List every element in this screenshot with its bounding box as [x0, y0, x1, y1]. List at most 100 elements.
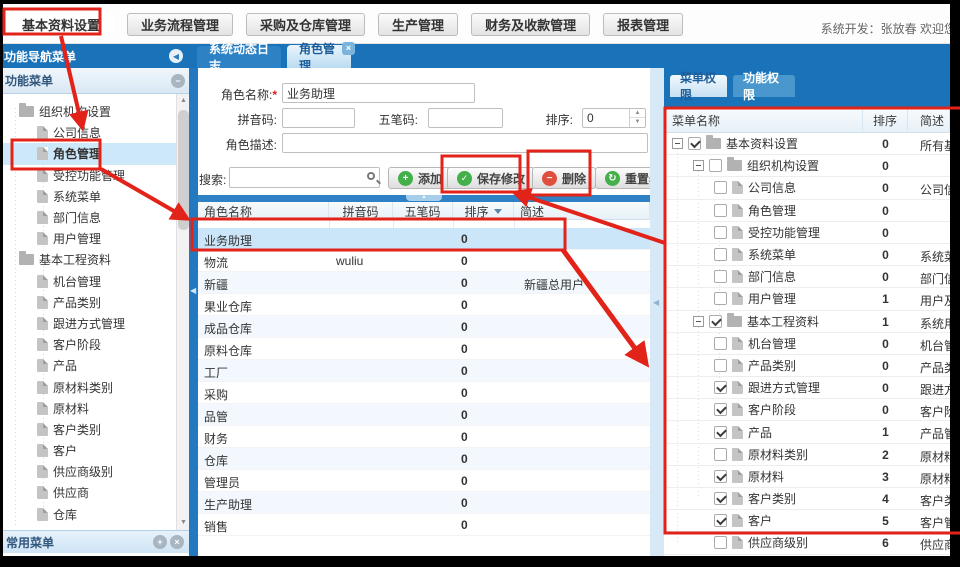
permission-row[interactable]: 产品类别0产品类	[664, 355, 950, 377]
permission-row[interactable]: 公司信息0公司信	[664, 177, 950, 199]
permission-checkbox[interactable]	[714, 403, 727, 416]
add-common-icon[interactable]: +	[153, 535, 167, 549]
permission-checkbox[interactable]	[714, 181, 727, 194]
toolbar-button-reset[interactable]: ↻重置表单	[595, 167, 650, 189]
permission-checkbox[interactable]	[714, 226, 727, 239]
permission-row[interactable]: 客户类别4客户类	[664, 488, 950, 510]
perm-column-header-1[interactable]: 菜单名称	[664, 107, 863, 133]
permission-row[interactable]: 供应商级别6供应商	[664, 532, 950, 554]
accordion-function-menu[interactable]: 功能菜单 −	[3, 68, 189, 94]
permission-row[interactable]: 跟进方式管理0跟进方	[664, 377, 950, 399]
topmenu-1[interactable]: 基本资料设置	[8, 13, 114, 36]
tab-function-permissions[interactable]: 功能权限	[733, 75, 795, 97]
permission-checkbox[interactable]	[714, 248, 727, 261]
permission-checkbox[interactable]	[714, 536, 727, 549]
tab-system-log[interactable]: 系统动态日志	[197, 46, 281, 68]
sidebar-node[interactable]: 客户类别	[3, 419, 176, 440]
table-row[interactable]: 物流wuliu0	[198, 250, 650, 272]
table-row[interactable]: 品管0	[198, 404, 650, 426]
sidebar-node[interactable]: 受控功能管理	[3, 165, 176, 186]
table-row[interactable]: 业务助理0	[198, 228, 650, 250]
role-name-input[interactable]	[282, 83, 475, 103]
sidebar-node[interactable]: 机台管理	[3, 271, 176, 292]
permission-row[interactable]: 供应商	[664, 555, 950, 556]
search-input[interactable]	[229, 167, 380, 188]
sidebar-node[interactable]: 系统菜单	[3, 186, 176, 207]
permission-checkbox[interactable]	[714, 292, 727, 305]
sidebar-node[interactable]: 供应商	[3, 482, 176, 503]
splitter-collapse-icon[interactable]: ◀	[190, 286, 196, 295]
permission-checkbox[interactable]	[714, 381, 727, 394]
sidebar-scrollbar[interactable]: ▲ ▼	[176, 94, 189, 530]
permission-row[interactable]: 用户管理1用户及	[664, 288, 950, 310]
column-header-3[interactable]: 五笔码	[393, 202, 453, 220]
sidebar-node[interactable]: 仓库	[3, 504, 176, 525]
close-common-icon[interactable]: ×	[170, 535, 184, 549]
topmenu-3[interactable]: 采购及仓库管理	[246, 13, 365, 36]
toolbar-button-save[interactable]: ✓保存修改	[447, 167, 535, 189]
sort-spinner[interactable]: ▲▼	[582, 108, 646, 128]
permission-checkbox[interactable]	[714, 448, 727, 461]
permission-row[interactable]: 产品1产品管	[664, 421, 950, 443]
sidebar-node[interactable]: 客户	[3, 440, 176, 461]
spin-down-icon[interactable]: ▼	[630, 118, 645, 127]
collapse-sidebar-icon[interactable]: ◀	[169, 49, 183, 63]
left-splitter[interactable]: ◀	[189, 68, 198, 556]
permission-checkbox[interactable]	[688, 137, 701, 150]
sidebar-node[interactable]: 角色管理	[3, 143, 176, 164]
permission-row[interactable]: 受控功能管理0	[664, 222, 950, 244]
permission-checkbox[interactable]	[714, 270, 727, 283]
spin-up-icon[interactable]: ▲	[630, 109, 645, 118]
scrollbar-thumb[interactable]	[178, 110, 189, 230]
search-box[interactable]	[229, 167, 380, 188]
permission-row[interactable]: 基本工程资料1系统用	[664, 311, 950, 333]
collapse-node-icon[interactable]	[693, 160, 704, 171]
collapse-handle-icon[interactable]: ▲	[406, 195, 442, 201]
sidebar-node[interactable]: 供应商级别	[3, 461, 176, 482]
splitter-collapse2-icon[interactable]: ◀	[653, 298, 659, 307]
tab-menu-permissions[interactable]: 菜单权限	[670, 75, 727, 97]
table-row[interactable]: 采购0	[198, 382, 650, 404]
permission-checkbox[interactable]	[709, 315, 722, 328]
table-row[interactable]: 新疆0新疆总用户	[198, 272, 650, 294]
sidebar-node[interactable]: 部门信息	[3, 207, 176, 228]
sidebar-node[interactable]: 原材料类别	[3, 376, 176, 397]
pinyin-input[interactable]	[282, 108, 355, 128]
permission-row[interactable]: 基本资料设置0所有基	[664, 133, 950, 155]
table-row[interactable]: 仓库0	[198, 448, 650, 470]
permission-row[interactable]: 角色管理0	[664, 200, 950, 222]
sidebar-node[interactable]: 产品类别	[3, 292, 176, 313]
permission-row[interactable]: 组织机构设置0	[664, 155, 950, 177]
column-header-1[interactable]: 角色名称	[198, 202, 329, 220]
permission-checkbox[interactable]	[714, 337, 727, 350]
sidebar-node[interactable]: 原材料	[3, 398, 176, 419]
permission-checkbox[interactable]	[714, 470, 727, 483]
table-row[interactable]: 财务0	[198, 426, 650, 448]
permission-row[interactable]: 原材料类别2原材料	[664, 444, 950, 466]
search-icon[interactable]	[367, 172, 375, 180]
table-row[interactable]: 成品仓库0	[198, 316, 650, 338]
column-header-4[interactable]: 排序	[453, 202, 514, 220]
sidebar-node[interactable]: 公司信息	[3, 122, 176, 143]
permission-row[interactable]: 原材料3原材料	[664, 466, 950, 488]
permission-checkbox[interactable]	[714, 426, 727, 439]
toolbar-button-del[interactable]: −删除	[532, 167, 596, 189]
permission-checkbox[interactable]	[709, 159, 722, 172]
right-splitter[interactable]: ◀	[650, 68, 664, 556]
permission-row[interactable]: 客户阶段0客户阶	[664, 399, 950, 421]
sidebar-node[interactable]: 产品	[3, 355, 176, 376]
table-row[interactable]: 管理员0	[198, 470, 650, 492]
permission-row[interactable]: 客户5客户管	[664, 510, 950, 532]
accordion-common-menu[interactable]: 常用菜单 + ×	[3, 530, 189, 553]
collapse-node-icon[interactable]	[693, 316, 704, 327]
sidebar-node[interactable]: 组织机构设置	[3, 101, 176, 122]
wubi-input[interactable]	[428, 108, 503, 128]
permission-checkbox[interactable]	[714, 204, 727, 217]
permission-row[interactable]: 部门信息0部门信	[664, 266, 950, 288]
permission-checkbox[interactable]	[714, 514, 727, 527]
permission-row[interactable]: 系统菜单0系统菜	[664, 244, 950, 266]
close-tab-icon[interactable]: ×	[342, 42, 355, 55]
column-header-2[interactable]: 拼音码	[329, 202, 393, 220]
role-desc-input[interactable]	[282, 133, 648, 153]
perm-column-header-3[interactable]: 简述	[908, 107, 950, 133]
